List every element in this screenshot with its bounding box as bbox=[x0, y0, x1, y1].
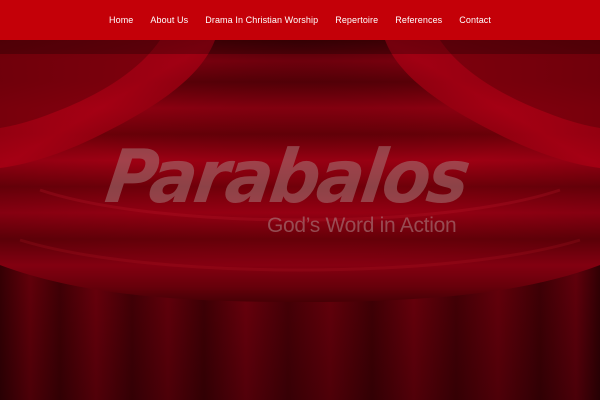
top-navigation-bar: Home About Us Drama In Christian Worship… bbox=[0, 0, 600, 40]
nav-item-home[interactable]: Home bbox=[101, 15, 142, 25]
nav-item-repertoire[interactable]: Repertoire bbox=[327, 15, 387, 25]
nav-menu: Home About Us Drama In Christian Worship… bbox=[101, 15, 500, 25]
nav-item-drama-in-christian-worship[interactable]: Drama In Christian Worship bbox=[197, 15, 327, 25]
logo-tagline: God’s Word in Action bbox=[267, 214, 457, 237]
parabalos-logo: Parabalos God’s Word in Action bbox=[101, 134, 502, 250]
hero-curtain-banner: Parabalos God’s Word in Action bbox=[0, 40, 600, 400]
nav-item-contact[interactable]: Contact bbox=[451, 15, 500, 25]
logo-wordmark: Parabalos bbox=[100, 133, 473, 220]
nav-item-references[interactable]: References bbox=[387, 15, 451, 25]
page: Home About Us Drama In Christian Worship… bbox=[0, 0, 600, 400]
nav-item-about-us[interactable]: About Us bbox=[142, 15, 197, 25]
